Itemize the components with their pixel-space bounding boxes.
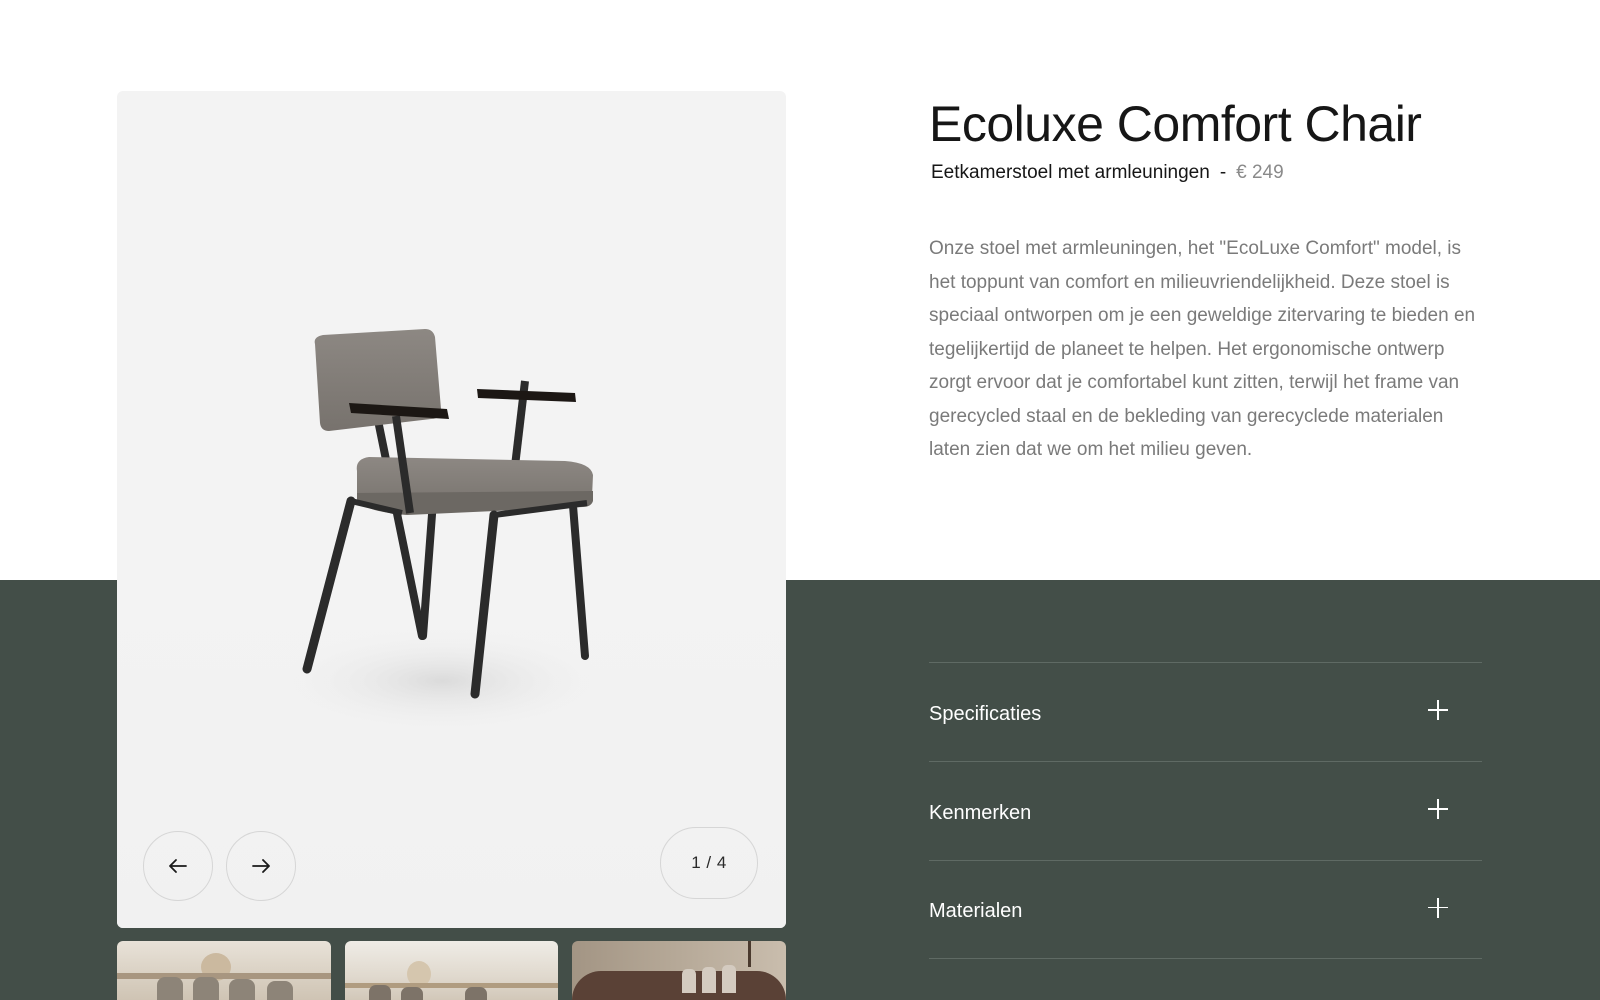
thumbnail-1[interactable] (117, 941, 331, 1000)
accordion-label: Materialen (929, 900, 1023, 922)
arrow-right-icon (252, 859, 270, 873)
image-counter: 1 / 4 (660, 827, 758, 899)
product-subtitle-row: Eetkamerstoel met armleuningen - € 249 (931, 162, 1284, 184)
previous-image-button[interactable] (143, 831, 213, 901)
product-description: Onze stoel met armleuningen, het "EcoLux… (929, 238, 1476, 460)
subtitle-separator: - (1219, 162, 1227, 183)
accordion-label: Specificaties (929, 702, 1042, 725)
accordion-item-specificaties[interactable]: Specificaties (929, 662, 1482, 761)
product-price: € 249 (1236, 162, 1284, 183)
thumbnail-strip (117, 941, 787, 1000)
thumbnail-3[interactable] (572, 941, 787, 1000)
plus-icon (1428, 799, 1448, 819)
plus-icon (1428, 700, 1448, 720)
plus-icon (1428, 897, 1448, 918)
arrow-left-icon (169, 859, 187, 873)
accordion-label: Kenmerken (929, 801, 1032, 824)
accordion-item-materialen[interactable]: Materialen (929, 860, 1482, 959)
product-subtitle: Eetkamerstoel met armleuningen (931, 162, 1210, 183)
thumbnail-2[interactable] (344, 941, 559, 1000)
chair-product-image (262, 329, 622, 736)
next-image-button[interactable] (226, 831, 296, 901)
product-details-accordion: Specificaties Kenmerken Materialen (929, 662, 1482, 959)
product-title: Ecoluxe Comfort Chair (929, 96, 1422, 152)
product-image-gallery: 1 / 4 (117, 91, 786, 928)
accordion-item-kenmerken[interactable]: Kenmerken (929, 761, 1482, 860)
